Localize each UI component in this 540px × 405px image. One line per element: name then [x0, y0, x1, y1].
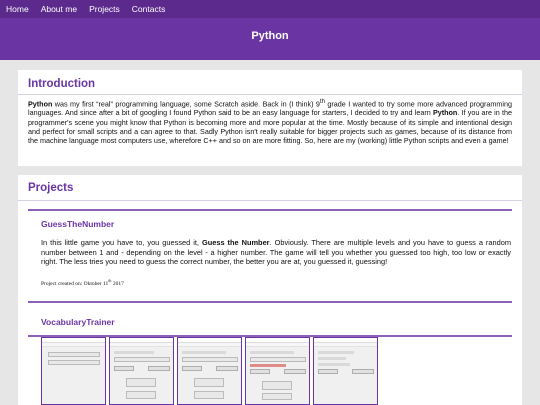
- projects-card: Projects GuessTheNumber In this little g…: [18, 175, 522, 405]
- project-rule: [28, 209, 512, 211]
- projects-heading: Projects: [28, 182, 74, 194]
- nav-contacts-link[interactable]: Contacts: [132, 4, 166, 14]
- introduction-text: Python was my first “real” programming l…: [28, 99, 512, 145]
- screenshot-thumbnail[interactable]: [245, 337, 310, 405]
- divider: [18, 94, 522, 95]
- screenshot-thumbnail[interactable]: [177, 337, 242, 405]
- vocabulary-trainer-screenshots: [41, 337, 511, 405]
- divider: [18, 200, 522, 201]
- project-created-date: Project created on: Oktober 11th 2017: [41, 278, 124, 287]
- python-bold: Python: [28, 99, 53, 109]
- screenshot-thumbnail[interactable]: [109, 337, 174, 405]
- nav-about-link[interactable]: About me: [41, 4, 77, 14]
- python-bold: Python: [432, 108, 458, 118]
- project-title-guessthenumber: GuessTheNumber: [41, 219, 115, 229]
- screenshot-thumbnail[interactable]: [313, 337, 378, 405]
- project-title-vocabularytrainer: VocabularyTrainer: [41, 317, 115, 327]
- hero-banner: Python: [0, 18, 540, 60]
- project-description: In this little game you have to, you gue…: [41, 238, 511, 267]
- project-rule: [28, 301, 512, 303]
- nav-home-link[interactable]: Home: [6, 4, 29, 14]
- top-navigation: Home About me Projects Contacts: [0, 0, 540, 18]
- screenshot-thumbnail[interactable]: [41, 337, 106, 405]
- page-title: Python: [251, 30, 289, 42]
- introduction-card: Introduction Python was my first “real” …: [18, 70, 522, 166]
- introduction-heading: Introduction: [28, 78, 96, 90]
- nav-projects-link[interactable]: Projects: [89, 4, 120, 14]
